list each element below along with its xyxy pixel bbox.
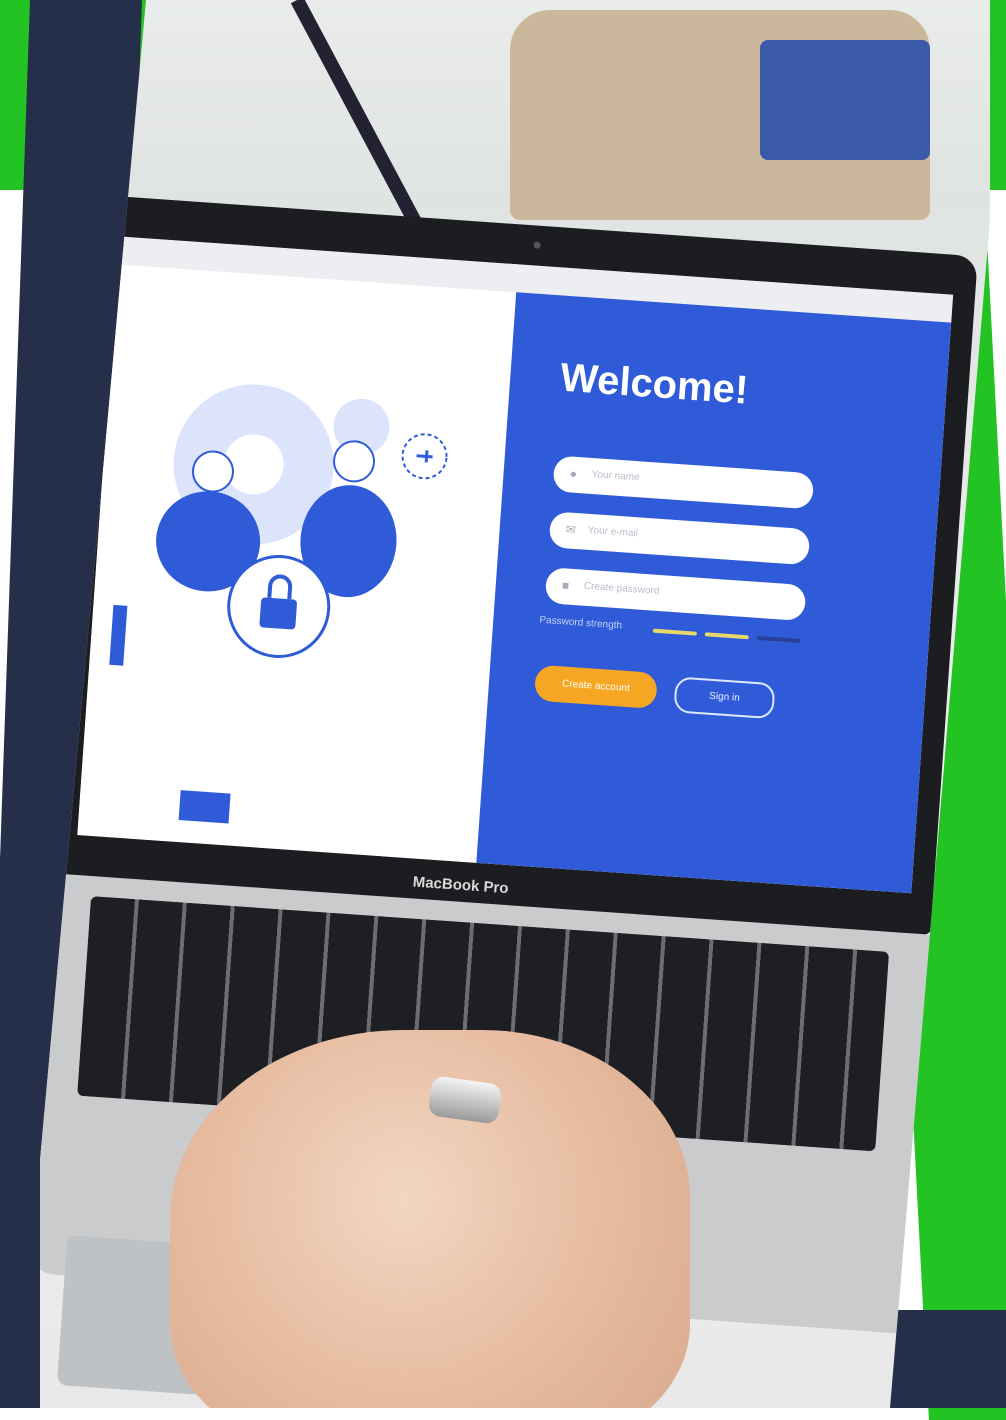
signup-panel: Welcome! ● Your name ✉ Your e-mail ■ Cre… — [476, 292, 952, 894]
email-placeholder: Your e-mail — [587, 524, 639, 540]
password-field[interactable]: ■ Create password — [544, 567, 807, 622]
strength-bar-2 — [704, 632, 749, 640]
laptop-brand-label: MacBook Pro — [412, 873, 510, 898]
strength-bar-3 — [756, 635, 801, 643]
email-icon: ✉ — [565, 522, 577, 537]
camera-icon — [533, 241, 541, 249]
sign-in-button[interactable]: Sign in — [673, 676, 776, 720]
security-illustration — [109, 384, 448, 824]
lock-icon: ■ — [561, 578, 570, 593]
name-field[interactable]: ● Your name — [552, 455, 815, 510]
laptop: Welcome! ● Your name ✉ Your e-mail ■ Cre… — [40, 195, 990, 1408]
welcome-heading: Welcome! — [558, 355, 750, 413]
create-account-button[interactable]: Create account — [533, 664, 659, 710]
name-placeholder: Your name — [591, 468, 640, 484]
email-field[interactable]: ✉ Your e-mail — [548, 511, 811, 566]
password-strength-label: Password strength — [539, 614, 623, 632]
screen-bezel: Welcome! ● Your name ✉ Your e-mail ■ Cre… — [52, 195, 978, 935]
background-monitor — [760, 40, 930, 160]
password-placeholder: Create password — [583, 580, 660, 597]
user-icon: ● — [569, 466, 578, 481]
laptop-screen: Welcome! ● Your name ✉ Your e-mail ■ Cre… — [77, 236, 954, 894]
photo: Welcome! ● Your name ✉ Your e-mail ■ Cre… — [40, 0, 990, 1408]
strength-bar-1 — [652, 628, 697, 636]
hand — [170, 1030, 690, 1408]
illustration-panel — [77, 264, 517, 863]
